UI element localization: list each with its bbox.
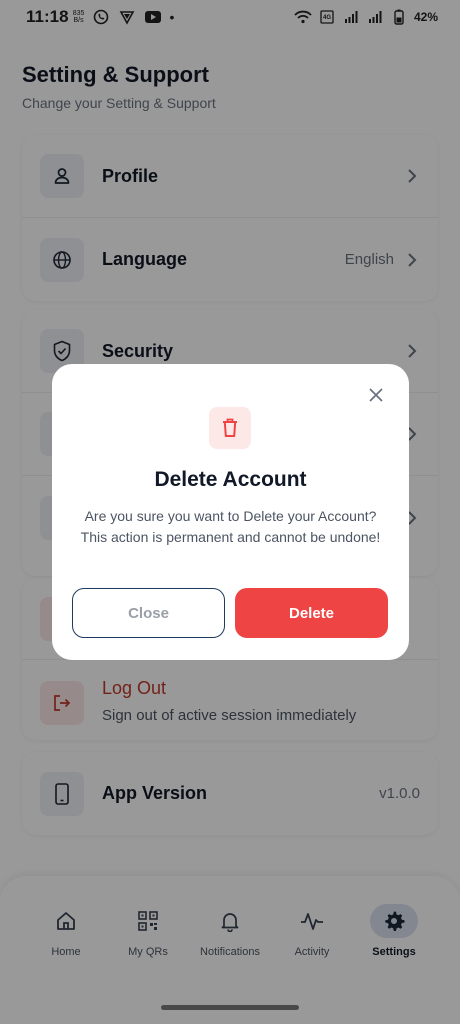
delete-button[interactable]: Delete (235, 588, 388, 638)
dialog-title: Delete Account (154, 468, 307, 491)
close-button[interactable]: Close (72, 588, 225, 638)
dialog-message: Are you sure you want to Delete your Acc… (80, 508, 381, 545)
trash-icon (209, 407, 251, 449)
close-icon[interactable] (367, 386, 385, 404)
delete-account-dialog: Delete Account Are you sure you want to … (52, 364, 409, 660)
app-root: 11:18 835 B/s • 4G 42% Setting & Support… (0, 0, 460, 1024)
